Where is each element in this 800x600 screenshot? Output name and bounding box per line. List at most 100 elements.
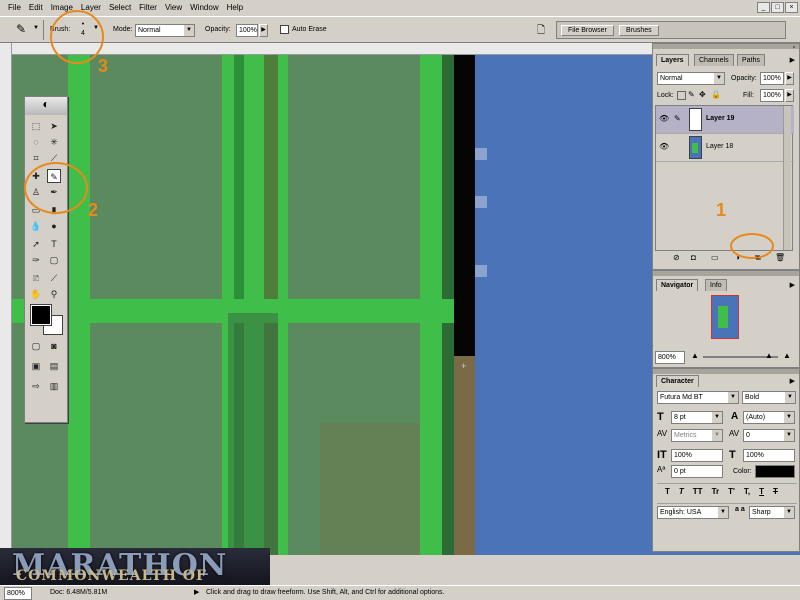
minimize-button[interactable]: _ [757, 2, 770, 13]
mode-select[interactable]: Normal ▼ [135, 24, 195, 37]
horizontal-scale-input[interactable]: 100% [743, 449, 795, 462]
path-selection-tool-icon[interactable]: ➚ [29, 237, 43, 251]
panel-menu-icon[interactable]: ▶ [790, 281, 795, 289]
restore-button[interactable]: □ [771, 2, 784, 13]
layers-scrollbar[interactable] [783, 106, 791, 250]
shape-tool-icon[interactable]: ▢ [47, 253, 61, 267]
move-tool-icon[interactable]: ➤ [47, 119, 61, 133]
crop-tool-icon[interactable]: ⌗ [29, 151, 43, 165]
status-zoom[interactable]: 800% [4, 587, 32, 600]
jump-to-imageready-icon[interactable]: ⇨ [29, 379, 43, 393]
opacity-input[interactable]: 100% [236, 24, 258, 37]
tab-layers[interactable]: Layers [656, 54, 689, 66]
navigator-thumbnail[interactable] [711, 295, 739, 339]
language-value: English: USA [660, 509, 702, 516]
underline-button[interactable]: T [759, 487, 764, 501]
leading-input[interactable]: (Auto) ▼ [743, 411, 795, 424]
tab-channels[interactable]: Channels [694, 54, 734, 66]
opacity-arrow-icon[interactable]: ▶ [259, 24, 268, 37]
blend-mode-select[interactable]: Normal ▼ [657, 72, 725, 85]
marquee-tool-icon[interactable]: ⬚ [29, 119, 43, 133]
small-caps-button[interactable]: Tr [712, 487, 720, 501]
status-doc-size: Doc: 6.48M/5.81M [50, 589, 108, 596]
auto-erase-checkbox[interactable] [280, 25, 289, 34]
layer-opacity-input[interactable]: 100% [760, 72, 784, 85]
menu-select[interactable]: Select [105, 0, 135, 16]
lock-all-icon[interactable]: 🔒 [711, 90, 721, 99]
menu-filter[interactable]: Filter [135, 0, 161, 16]
panel-menu-icon[interactable]: ▶ [790, 56, 795, 64]
leading-icon: A [731, 411, 739, 422]
lock-paint-icon[interactable]: ✎ [688, 90, 695, 99]
brushes-tab[interactable]: Brushes [619, 25, 659, 36]
visibility-eye-icon[interactable]: 👁 [659, 142, 669, 151]
tab-info[interactable]: Info [705, 279, 727, 291]
lock-move-icon[interactable]: ✥ [699, 90, 706, 99]
zoom-out-icon[interactable]: ▲ [691, 351, 699, 360]
zoom-in-icon[interactable]: ▲ [783, 351, 791, 360]
faux-italic-button[interactable]: T [679, 487, 684, 501]
eyedropper-tool-icon[interactable]: ⟋ [47, 271, 61, 285]
foreground-color-swatch[interactable] [30, 304, 52, 326]
close-button[interactable]: × [785, 2, 798, 13]
faux-bold-button[interactable]: T [665, 487, 670, 501]
font-style-select[interactable]: Bold ▼ [742, 391, 796, 404]
kerning-input[interactable]: Metrics ▼ [671, 429, 723, 442]
layer-style-icon[interactable]: ⊘ [673, 253, 680, 262]
pencil-tool-icon[interactable]: ✎ [16, 22, 26, 36]
status-arrow-icon[interactable]: ▶ [194, 586, 199, 600]
notes-tool-icon[interactable]: 🗈 [29, 271, 43, 285]
fill-arrow-icon[interactable]: ▶ [785, 89, 794, 102]
tab-paths[interactable]: Paths [737, 54, 765, 66]
font-size-input[interactable]: 8 pt ▼ [671, 411, 723, 424]
fill-input[interactable]: 100% [760, 89, 784, 102]
menu-help[interactable]: Help [223, 0, 247, 16]
imageready-icon[interactable]: ▥ [47, 379, 61, 393]
font-family-select[interactable]: Futura Md BT ▼ [657, 391, 739, 404]
tab-navigator[interactable]: Navigator [656, 279, 699, 291]
blur-tool-icon[interactable]: 💧 [29, 219, 43, 233]
screen-mode-standard-icon[interactable]: ▣ [29, 359, 43, 373]
panel-close-icon[interactable]: ▫ [793, 44, 795, 51]
menu-view[interactable]: View [161, 0, 186, 16]
text-color-swatch[interactable] [755, 465, 795, 478]
document-icon[interactable]: 🗋 [537, 23, 545, 40]
standard-mode-icon[interactable]: ▢ [29, 339, 43, 353]
layer-row[interactable]: 👁 Layer 18 [656, 134, 794, 162]
layer-opacity-arrow-icon[interactable]: ▶ [785, 72, 794, 85]
navigator-zoom-input[interactable]: 800% [655, 351, 685, 364]
subscript-button[interactable]: T, [744, 487, 750, 501]
layer-row[interactable]: 👁 ✎ Layer 19 [656, 106, 794, 134]
quick-mask-mode-icon[interactable]: ◙ [47, 339, 61, 353]
panel-menu-icon[interactable]: ▶ [790, 377, 795, 385]
delete-layer-icon[interactable]: 🗑 [775, 253, 785, 262]
magic-wand-tool-icon[interactable]: ✳ [47, 135, 61, 149]
lasso-tool-icon[interactable]: ◌ [29, 135, 43, 149]
language-select[interactable]: English: USA ▼ [657, 506, 729, 519]
baseline-shift-input[interactable]: 0 pt [671, 465, 723, 478]
panel-grip [653, 271, 799, 276]
tab-character[interactable]: Character [656, 375, 699, 387]
zoom-slider-handle-icon[interactable]: ▲ [765, 351, 773, 360]
lock-transparency-icon[interactable] [677, 91, 686, 100]
vertical-scale-input[interactable]: 100% [671, 449, 723, 462]
superscript-button[interactable]: T' [728, 487, 735, 501]
menu-window[interactable]: Window [186, 0, 222, 16]
menu-edit[interactable]: Edit [25, 0, 47, 16]
zoom-tool-icon[interactable]: ⚲ [47, 287, 61, 301]
layer-mask-icon[interactable]: ◘ [691, 253, 696, 262]
strikethrough-button[interactable]: T [773, 487, 778, 501]
type-tool-icon[interactable]: T [47, 237, 61, 251]
screen-mode-full-icon[interactable]: ▤ [47, 359, 61, 373]
file-browser-tab[interactable]: File Browser [561, 25, 614, 36]
antialias-select[interactable]: Sharp ▼ [749, 506, 795, 519]
menu-file[interactable]: File [4, 0, 25, 16]
tracking-input[interactable]: 0 ▼ [743, 429, 795, 442]
hand-tool-icon[interactable]: ✋ [29, 287, 43, 301]
pen-tool-icon[interactable]: ✑ [29, 253, 43, 267]
tool-preset-chevron-icon[interactable]: ▼ [33, 25, 39, 31]
visibility-eye-icon[interactable]: 👁 [659, 114, 669, 123]
all-caps-button[interactable]: TT [693, 487, 703, 501]
new-set-icon[interactable]: ▭ [711, 253, 719, 262]
dodge-tool-icon[interactable]: ● [47, 219, 61, 233]
